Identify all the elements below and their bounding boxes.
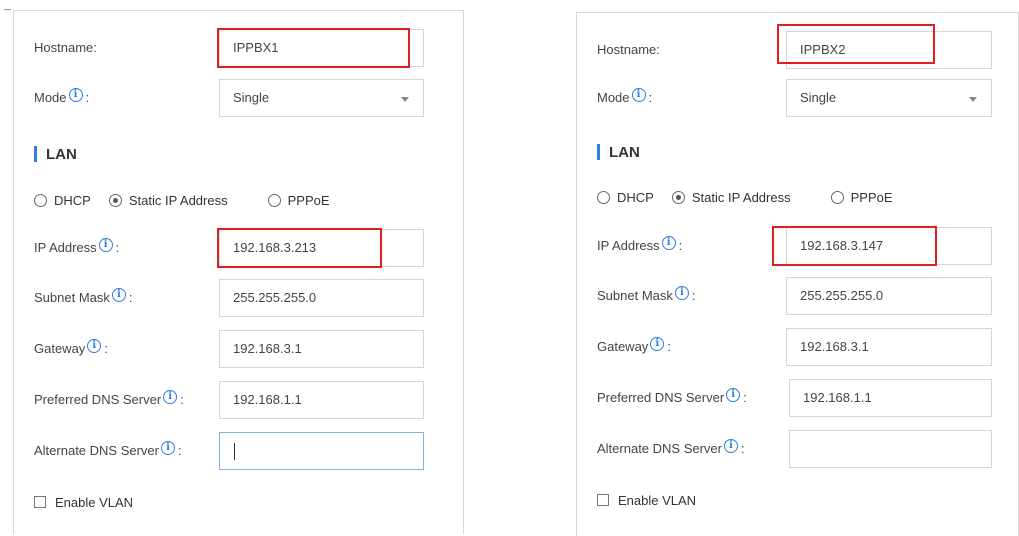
radio-button[interactable] [830,190,844,204]
ip-address-input[interactable]: 192.168.3.147 [786,227,992,265]
mode-label: Mode i : [34,88,90,105]
radio-pppoe[interactable]: PPPoE [267,193,330,208]
section-title-lan: LAN [597,142,640,162]
mode-row: Mode i : Single [577,79,1018,117]
alternate-dns-input[interactable] [789,430,992,468]
info-icon[interactable]: i [68,88,83,102]
enable-vlan-row[interactable]: Enable VLAN [597,490,696,510]
preferred-dns-label: Preferred DNS Server i : [34,390,184,407]
subnet-mask-row: Subnet Mask i : 255.255.255.0 [14,279,463,317]
mode-row: Mode i : Single [14,79,463,117]
info-icon[interactable]: i [650,337,665,351]
preferred-dns-input[interactable]: 192.168.1.1 [789,379,992,417]
radio-dhcp[interactable]: DHCP [34,193,91,208]
hostname-row: Hostname: IPPBX1 [14,29,463,67]
gateway-input[interactable]: 192.168.3.1 [786,328,992,366]
preferred-dns-label: Preferred DNS Server i : [597,388,747,405]
radio-static-ip[interactable]: Static IP Address [108,193,228,208]
chevron-down-icon [969,97,977,102]
radio-button[interactable] [597,190,610,204]
subnet-mask-label: Subnet Mask i : [34,288,133,305]
ip-address-label: IP Address i : [597,236,683,253]
ip-mode-radio-group: DHCP Static IP Address PPPoE [34,188,463,212]
info-icon[interactable]: i [111,288,126,302]
radio-static-ip[interactable]: Static IP Address [671,190,791,205]
chevron-down-icon [401,97,409,102]
section-bar [597,144,600,160]
ip-address-row: IP Address i : 192.168.3.213 [14,229,463,267]
ip-address-label: IP Address i : [34,238,120,255]
section-bar [34,146,37,162]
subnet-mask-input[interactable]: 255.255.255.0 [786,277,992,315]
network-settings-panel-ippbx1: Hostname: IPPBX1 Mode i : Single LAN DHC… [13,10,464,534]
radio-dhcp[interactable]: DHCP [597,190,654,205]
preferred-dns-row: Preferred DNS Server i : 192.168.1.1 [14,381,463,419]
info-icon[interactable]: i [163,390,178,404]
gateway-input[interactable]: 192.168.3.1 [219,330,424,368]
enable-vlan-checkbox[interactable] [597,494,609,506]
hostname-input[interactable]: IPPBX1 [219,29,424,67]
ip-mode-radio-group: DHCP Static IP Address PPPoE [597,185,1018,209]
hostname-input[interactable]: IPPBX2 [786,31,992,69]
alternate-dns-row: Alternate DNS Server i : [14,432,463,470]
radio-button-checked[interactable] [108,193,122,207]
mode-label: Mode i : [597,88,653,105]
radio-button[interactable] [34,193,47,207]
text-cursor [234,443,235,460]
section-title-lan: LAN [34,144,77,164]
ip-address-row: IP Address i : 192.168.3.147 [577,227,1018,265]
mode-value: Single [800,90,837,105]
enable-vlan-checkbox[interactable] [34,496,46,508]
radio-button-checked[interactable] [671,190,685,204]
hostname-row: Hostname: IPPBX2 [577,31,1018,69]
info-icon[interactable]: i [661,236,676,250]
radio-pppoe[interactable]: PPPoE [830,190,893,205]
hostname-label: Hostname: [34,40,97,55]
info-icon[interactable]: i [98,238,113,252]
ip-address-input[interactable]: 192.168.3.213 [219,229,424,267]
alternate-dns-row: Alternate DNS Server i : [577,430,1018,468]
gateway-label: Gateway i : [597,337,671,354]
gateway-label: Gateway i : [34,339,108,356]
alternate-dns-label: Alternate DNS Server i : [597,439,745,456]
network-settings-panel-ippbx2: Hostname: IPPBX2 Mode i : Single LAN DHC… [576,12,1019,536]
gateway-row: Gateway i : 192.168.3.1 [577,328,1018,366]
subnet-mask-input[interactable]: 255.255.255.0 [219,279,424,317]
info-icon[interactable]: i [724,439,738,453]
preferred-dns-row: Preferred DNS Server i : 192.168.1.1 [577,379,1018,417]
info-icon[interactable]: i [674,286,689,300]
mode-value: Single [233,90,270,105]
enable-vlan-label: Enable VLAN [618,492,697,508]
enable-vlan-row[interactable]: Enable VLAN [34,492,133,512]
hostname-label: Hostname: [597,42,660,57]
info-icon[interactable]: i [726,388,741,402]
enable-vlan-label: Enable VLAN [55,494,134,510]
alternate-dns-label: Alternate DNS Server i : [34,441,182,458]
radio-button[interactable] [267,193,281,207]
info-icon[interactable]: i [631,88,646,102]
preferred-dns-input[interactable]: 192.168.1.1 [219,381,424,419]
gateway-row: Gateway i : 192.168.3.1 [14,330,463,368]
corner-tick [4,9,11,10]
alternate-dns-input[interactable] [219,432,424,470]
subnet-mask-label: Subnet Mask i : [597,286,696,303]
mode-select[interactable]: Single [219,79,424,117]
info-icon[interactable]: i [161,441,175,455]
mode-select[interactable]: Single [786,79,992,117]
subnet-mask-row: Subnet Mask i : 255.255.255.0 [577,277,1018,315]
info-icon[interactable]: i [87,339,102,353]
